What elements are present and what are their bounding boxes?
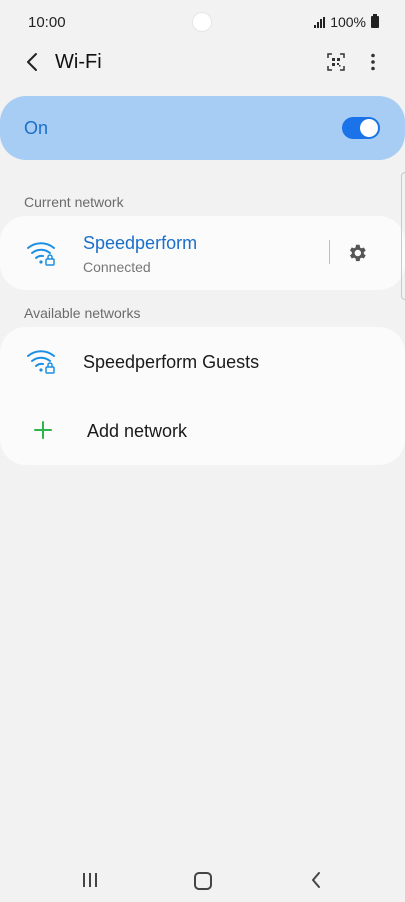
recents-icon [83,870,97,890]
available-networks-header: Available networks [24,305,141,321]
gear-icon [349,244,366,262]
navigation-bar [0,858,405,902]
scroll-indicator[interactable] [401,172,405,300]
add-network-button[interactable]: Add network [0,401,405,461]
battery-icon [371,14,379,28]
nav-back-button[interactable] [305,870,327,890]
current-network-header: Current network [24,194,124,210]
back-button[interactable] [18,48,46,76]
back-icon [312,872,320,888]
wifi-master-switch[interactable]: On [0,96,405,160]
page-title: Wi-Fi [55,51,102,73]
app-header: Wi-Fi [0,40,405,84]
status-indicators: 100% [314,14,379,30]
toggle-knob [360,119,378,137]
more-vertical-icon [371,53,375,71]
wifi-settings-screen: 10:00 100% Wi-Fi On Current network Spee… [0,0,405,902]
chevron-left-icon [27,53,37,71]
divider [329,240,330,264]
wifi-lock-icon [27,242,55,266]
current-network-card: Speedperform Connected [0,216,405,290]
wifi-lock-icon [27,350,55,374]
status-time: 10:00 [28,14,66,31]
battery-percent: 100% [330,14,366,30]
current-network-row[interactable]: Speedperform Connected [0,216,320,290]
signal-icon [314,16,326,28]
available-network-name: Speedperform Guests [83,352,260,372]
plus-icon [32,419,54,441]
qr-code-icon [327,53,345,71]
current-network-name: Speedperform [83,233,198,253]
recents-button[interactable] [78,870,102,890]
more-options-button[interactable] [360,48,386,76]
add-network-label: Add network [87,421,188,441]
camera-cutout [192,12,212,32]
home-button[interactable] [192,870,212,890]
current-network-status: Connected [83,259,151,275]
available-network-row[interactable]: Speedperform Guests [0,331,405,393]
available-networks-card: Speedperform Guests Add network [0,327,405,465]
wifi-toggle[interactable] [342,117,380,139]
network-settings-button[interactable] [343,239,371,267]
qr-code-button[interactable] [322,48,350,76]
wifi-state-label: On [24,118,49,138]
status-bar: 10:00 100% [0,0,405,44]
